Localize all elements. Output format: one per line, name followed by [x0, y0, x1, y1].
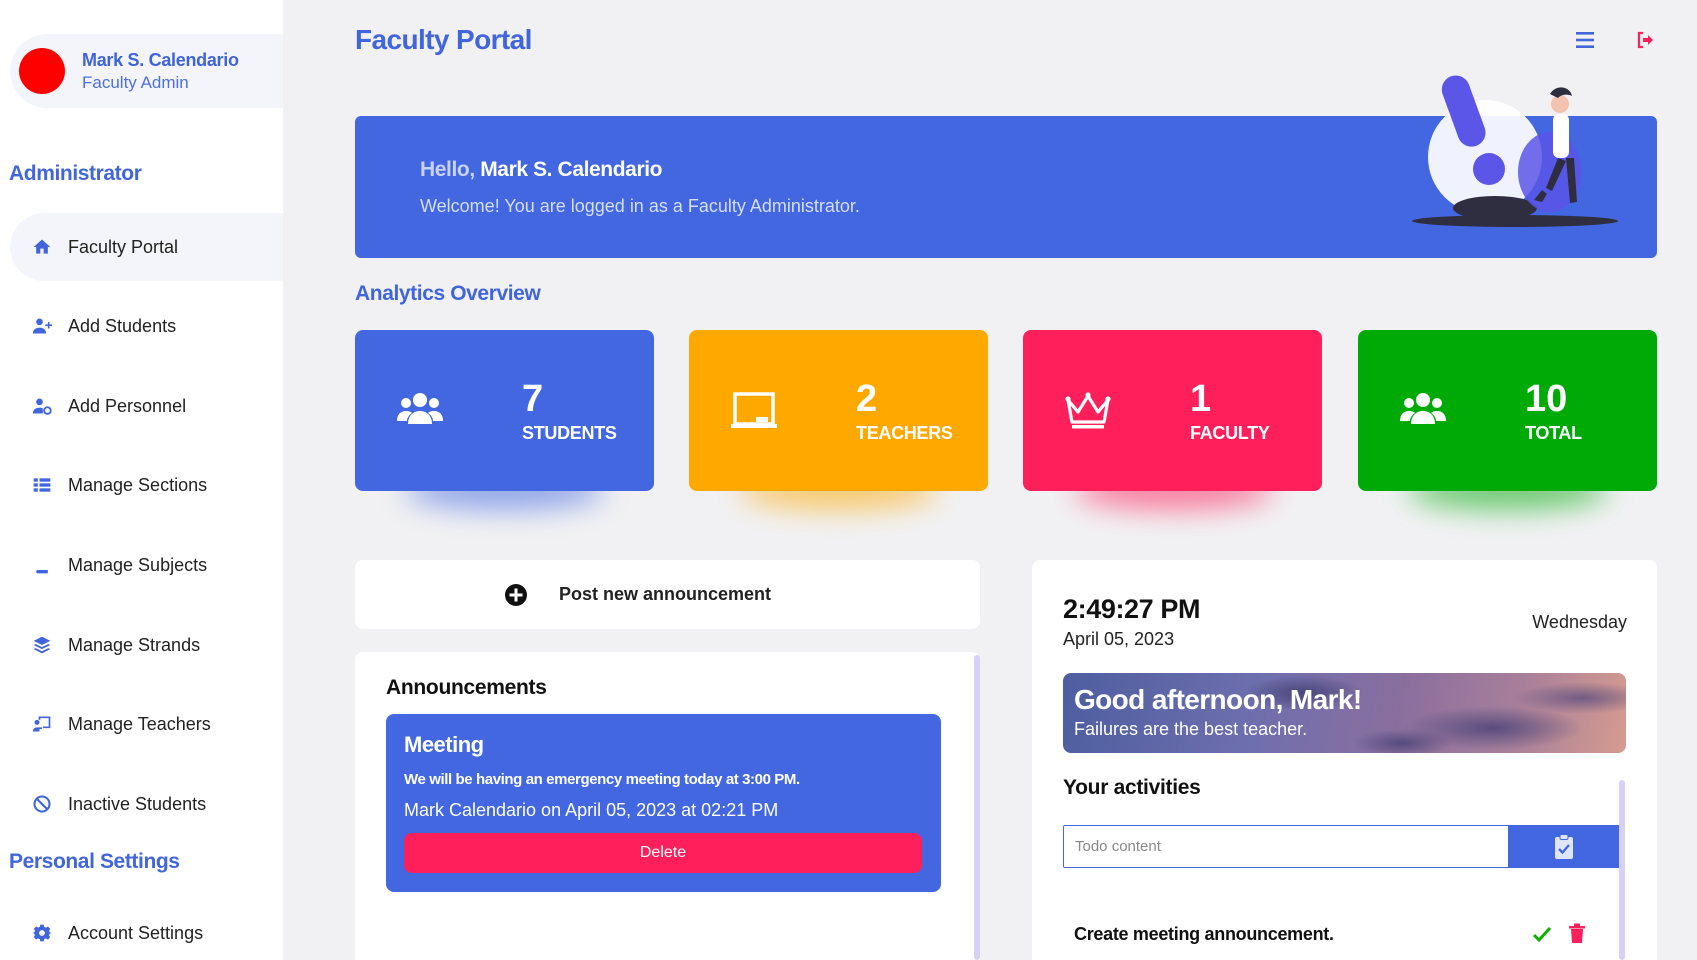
clock-date: April 05, 2023 [1063, 629, 1175, 649]
user-plus-icon [30, 314, 54, 338]
list-icon [30, 473, 54, 497]
gear-icon [30, 921, 54, 945]
sidebar-item-account-settings[interactable]: Account Settings [10, 899, 283, 960]
users-icon [397, 393, 443, 424]
sidebar-item-inactive-students[interactable]: Inactive Students [10, 770, 283, 838]
clock-activities-panel: 2:49:27 PM April 05, 2023 Wednesday Good… [1032, 560, 1657, 960]
sidebar-item-label: Account Settings [68, 922, 204, 943]
profile-role: Faculty Admin [82, 73, 189, 92]
delete-button[interactable]: Delete [404, 833, 922, 873]
hello-prefix: Hello, [420, 158, 475, 181]
stat-card-total[interactable]: 10 TOTAL [1358, 330, 1657, 491]
announcement-meta: Mark Calendario on April 05, 2023 at 02:… [404, 800, 779, 820]
stat-label: TOTAL [1525, 423, 1582, 443]
todo-input[interactable] [1063, 825, 1509, 868]
announcements-scrollbar[interactable] [974, 655, 980, 960]
chalkboard-teacher-icon [30, 712, 54, 736]
chalkboard-icon [731, 392, 777, 428]
hello-name: Mark S. Calendario [480, 158, 663, 181]
sidebar-item-manage-subjects[interactable]: Manage Subjects [10, 531, 283, 599]
sidebar-item-label: Add Personnel [68, 395, 187, 416]
sidebar-item-label: Manage Subjects [68, 554, 208, 575]
greeting-quote: Failures are the best teacher. [1074, 719, 1308, 739]
sidebar-item-manage-teachers[interactable]: Manage Teachers [10, 690, 283, 758]
user-cog-icon [30, 394, 54, 418]
sidebar-item-label: Manage Strands [68, 634, 201, 655]
stat-value: 10 [1525, 378, 1568, 420]
sidebar-item-label: Add Students [68, 315, 177, 336]
stat-value: 1 [1190, 378, 1212, 420]
sidebar-item-label: Faculty Portal [68, 236, 179, 257]
announcements-title: Announcements [386, 676, 547, 699]
activities-title: Your activities [1063, 776, 1201, 799]
book-icon [30, 553, 54, 577]
todo-item-text: Create meeting announcement. [1074, 924, 1334, 944]
announcement-card: Meeting We will be having an emergency m… [386, 714, 941, 892]
page-title: Faculty Portal [355, 24, 532, 55]
crown-icon [1065, 392, 1111, 429]
clock-weekday: Wednesday [1532, 612, 1627, 632]
sidebar-item-label: Inactive Students [68, 793, 207, 814]
stat-card-faculty[interactable]: 1 FACULTY [1023, 330, 1322, 491]
check-icon[interactable] [1532, 924, 1552, 944]
ban-icon [30, 792, 54, 816]
sidebar-item-manage-sections[interactable]: Manage Sections [10, 451, 283, 519]
post-announcement-label: Post new announcement [558, 584, 772, 604]
stat-card-students[interactable]: 7 STUDENTS [355, 330, 654, 491]
hamburger-icon [1576, 32, 1594, 48]
sidebar-item-label: Manage Sections [68, 474, 208, 495]
home-icon [30, 235, 54, 259]
greeting-title: Good afternoon, Mark! [1074, 684, 1362, 715]
sidebar-item-add-students[interactable]: Add Students [10, 292, 283, 360]
users-icon [1400, 393, 1446, 424]
profile-name: Mark S. Calendario [82, 50, 239, 70]
add-todo-button[interactable] [1509, 825, 1619, 868]
section-title-administrator: Administrator [9, 162, 142, 185]
section-title-personal-settings: Personal Settings [9, 850, 180, 873]
hello-text: Hello, Mark S. Calendario [420, 158, 662, 182]
sign-out-icon [1637, 31, 1653, 49]
post-announcement-button[interactable]: Post new announcement [355, 560, 980, 629]
sidebar-item-manage-strands[interactable]: Manage Strands [10, 611, 283, 679]
announcement-body: We will be having an emergency meeting t… [404, 771, 800, 788]
clock-time: 2:49:27 PM [1063, 594, 1201, 624]
sidebar-item-add-personnel[interactable]: Add Personnel [10, 372, 283, 440]
plus-circle-icon [504, 583, 527, 606]
stat-label: STUDENTS [522, 423, 617, 443]
announcement-title: Meeting [404, 732, 484, 757]
analytics-title: Analytics Overview [355, 282, 541, 305]
stat-card-teachers[interactable]: 2 TEACHERS [689, 330, 988, 491]
trash-icon[interactable] [1568, 923, 1586, 943]
welcome-text: Welcome! You are logged in as a Faculty … [420, 196, 860, 216]
logout-button[interactable] [1634, 28, 1660, 52]
announcements-panel: Announcements Meeting We will be having … [355, 652, 980, 960]
avatar [19, 48, 65, 94]
menu-button[interactable] [1573, 28, 1599, 52]
greeting-banner: Good afternoon, Mark! Failures are the b… [1063, 673, 1626, 753]
sidebar: Mark S. Calendario Faculty Admin Adminis… [0, 0, 283, 960]
hero-illustration [1412, 75, 1618, 227]
stat-label: TEACHERS [856, 423, 953, 443]
profile-card[interactable]: Mark S. Calendario Faculty Admin [10, 34, 283, 108]
stat-value: 7 [522, 378, 544, 420]
clipboard-check-icon [1555, 833, 1573, 859]
stat-label: FACULTY [1190, 423, 1270, 443]
stat-value: 2 [856, 378, 878, 420]
sidebar-item-label: Manage Teachers [68, 713, 211, 734]
sidebar-item-faculty-portal[interactable]: Faculty Portal [10, 213, 283, 281]
activities-scrollbar[interactable] [1619, 780, 1625, 960]
layers-icon [30, 633, 54, 657]
